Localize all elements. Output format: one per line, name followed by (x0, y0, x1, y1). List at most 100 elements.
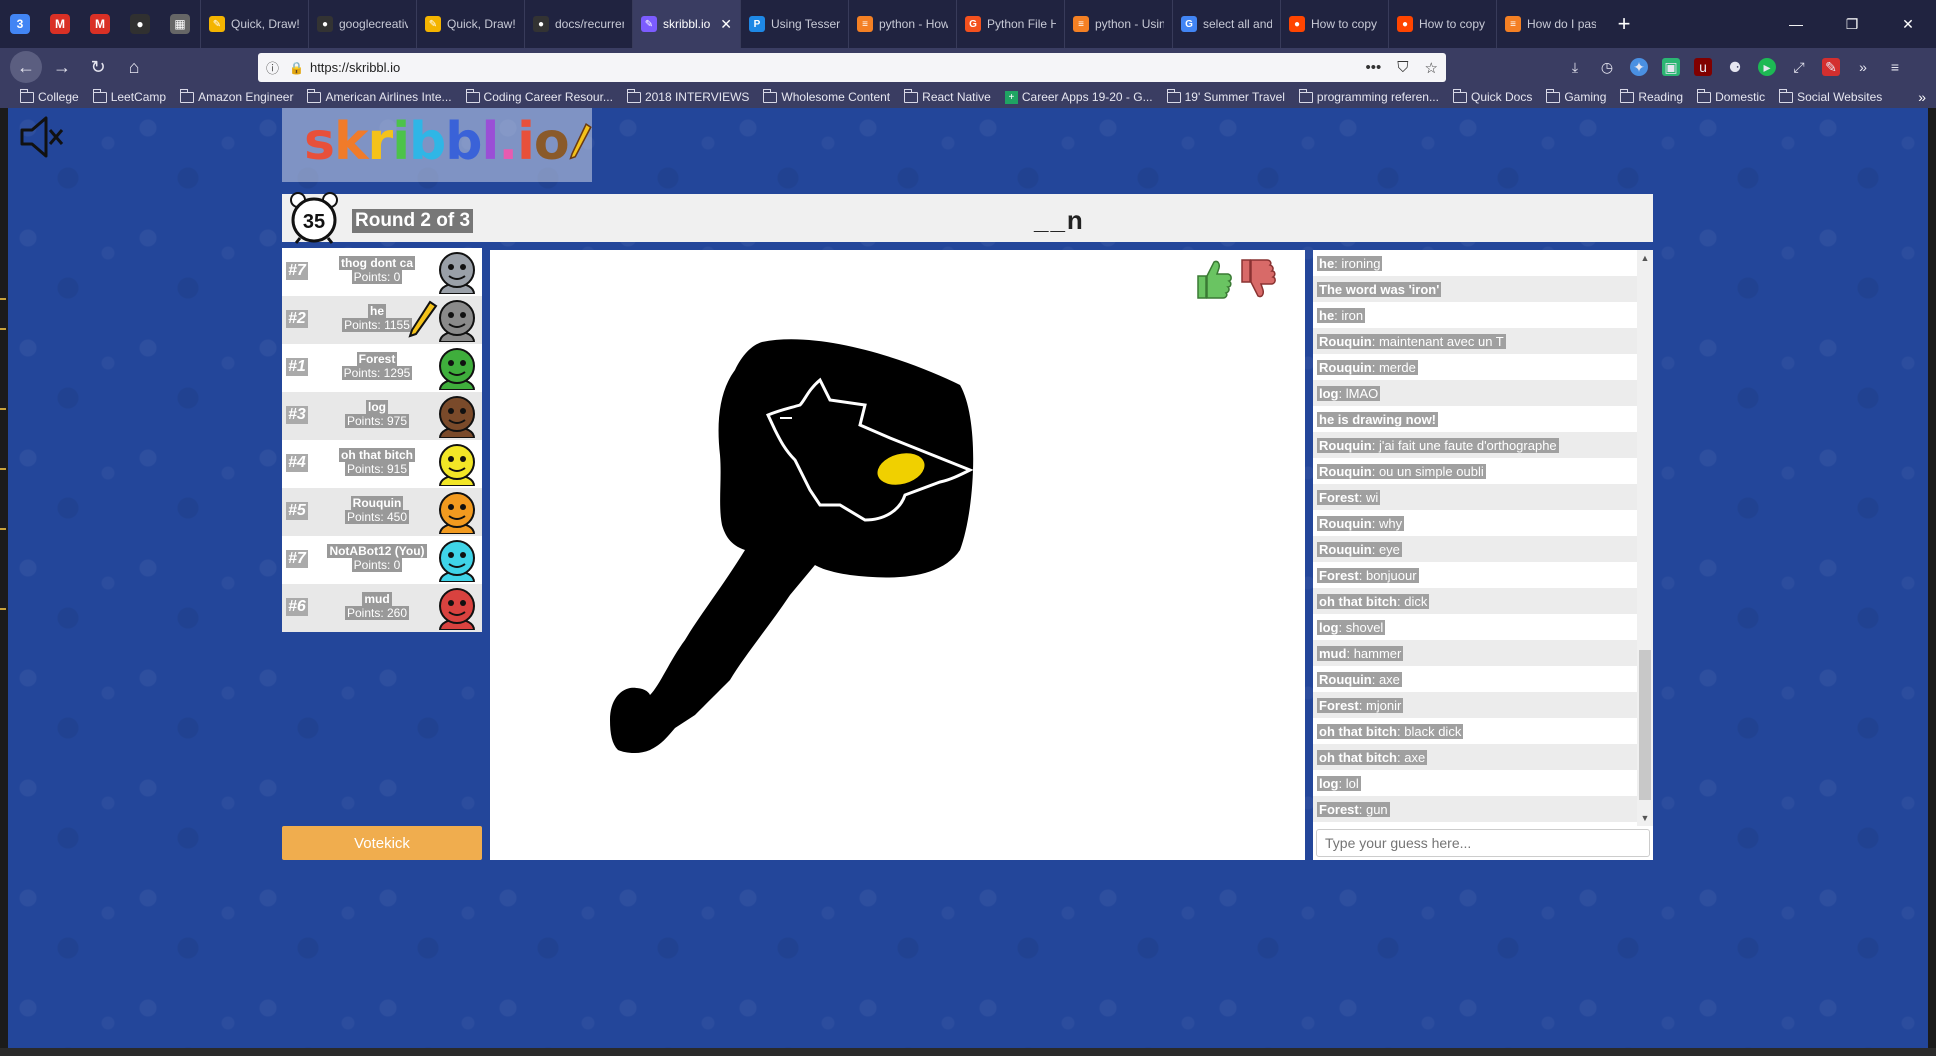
pinned-tab[interactable]: 3 (0, 0, 40, 48)
new-tab-button[interactable]: + (1604, 0, 1644, 48)
chat-author: log (1319, 385, 1339, 401)
logo-letter: b (409, 112, 446, 172)
chat-message-body: log: lol (1317, 775, 1361, 791)
taskbar-edge (0, 1048, 1936, 1056)
bookmark-item[interactable]: College (20, 88, 79, 104)
overflow-icon[interactable]: » (1854, 58, 1872, 76)
browser-tab[interactable]: ≡ How do I paste (1496, 0, 1604, 48)
player-row[interactable]: #2 he Points: 1155 (282, 296, 482, 344)
bookmark-item[interactable]: Reading (1620, 88, 1683, 104)
browser-tab[interactable]: ✎ Quick, Draw! (416, 0, 524, 48)
reload-button[interactable]: ↻ (82, 51, 114, 83)
restore-button[interactable]: ❐ (1824, 0, 1880, 48)
browser-tab[interactable]: ● docs/recurrent (524, 0, 632, 48)
chat-colon: : (1358, 567, 1366, 583)
menu-icon[interactable]: ≡ (1886, 58, 1904, 76)
chat-text: axe (1378, 671, 1400, 687)
stackoverflow-icon: ≡ (857, 16, 873, 32)
lock-icon[interactable]: 🔒 (289, 61, 304, 75)
browser-tab[interactable]: ● How to copy (1388, 0, 1496, 48)
bookmark-item[interactable]: Social Websites (1779, 88, 1882, 104)
browser-tab[interactable]: ✎ skribbl.io ✕ (632, 0, 740, 48)
bookmark-item[interactable]: Wholesome Content (763, 88, 890, 104)
pinned-tab[interactable]: ▦ (160, 0, 200, 48)
chat-text: shovel (1345, 619, 1384, 635)
github-icon: ● (317, 16, 333, 32)
browser-tab[interactable]: ✎ Quick, Draw! (200, 0, 308, 48)
bookmark-item[interactable]: 2018 INTERVIEWS (626, 88, 749, 104)
history-icon[interactable]: ◷ (1598, 58, 1616, 76)
bookmarks-overflow-icon[interactable]: » (1918, 89, 1926, 105)
avatar (438, 348, 476, 390)
player-row[interactable]: #5 Rouquin Points: 450 (282, 488, 482, 536)
bookmark-item[interactable]: Amazon Engineer (180, 88, 293, 104)
bookmark-item[interactable]: Coding Career Resour... (465, 88, 613, 104)
expand-icon[interactable]: ⤢ (1790, 58, 1808, 76)
toolbar-extensions: ⤓ ◷ ✦ ▣ u ⚈ ▸ ⤢ ✎ » ≡ (1566, 48, 1904, 86)
extension-icon[interactable]: ✎ (1822, 58, 1840, 76)
thumbs-up-icon[interactable] (1194, 258, 1234, 300)
pinned-tab[interactable]: ● (120, 0, 160, 48)
bookmark-item[interactable]: + Career Apps 19-20 - G... (1004, 90, 1153, 104)
chat-message: oh that bitch: dick (1313, 588, 1653, 614)
scroll-up-icon[interactable]: ▲ (1637, 250, 1653, 266)
chat-author: oh that bitch (1319, 593, 1397, 609)
player-name-text: thog dont ca (339, 256, 415, 270)
pinned-tab[interactable]: M (80, 0, 120, 48)
forward-button[interactable]: → (46, 51, 78, 83)
home-button[interactable]: ⌂ (118, 51, 150, 83)
mute-icon[interactable] (16, 114, 66, 160)
bookmark-item[interactable]: LeetCamp (92, 88, 166, 104)
chat-text: lMAO (1345, 385, 1379, 401)
chat-box[interactable]: he: ironing The word was 'iron' he: iron Ro… (1313, 250, 1653, 826)
player-row[interactable]: #4 oh that bitch Points: 915 (282, 440, 482, 488)
chat-scrollbar[interactable]: ▲ ▼ (1637, 250, 1653, 826)
bookmark-item[interactable]: American Airlines Inte... (307, 88, 452, 104)
browser-tab[interactable]: Gselect all and (1172, 0, 1280, 48)
player-row[interactable]: #6 mud Points: 260 (282, 584, 482, 632)
thumbs-down-icon[interactable] (1238, 258, 1278, 300)
pocket-icon[interactable]: ⛉ (1397, 59, 1408, 77)
player-row[interactable]: #7 NotABot12 (You) Points: 0 (282, 536, 482, 584)
bookmark-item[interactable]: 19' Summer Travel (1166, 88, 1285, 104)
info-icon[interactable]: ⓘ (266, 58, 279, 77)
player-row[interactable]: #3 log Points: 975 (282, 392, 482, 440)
scrollbar-thumb[interactable] (1639, 650, 1651, 800)
rating-buttons (1194, 258, 1278, 300)
bookmark-item[interactable]: React Native (904, 88, 991, 104)
page-actions-icon[interactable]: ••• (1366, 59, 1382, 77)
close-window-button[interactable]: ✕ (1880, 0, 1936, 48)
close-tab-icon[interactable]: ✕ (720, 16, 732, 33)
guess-input[interactable] (1316, 829, 1650, 857)
drawing-canvas[interactable] (490, 250, 1305, 860)
bookmark-item[interactable]: programming referen... (1298, 88, 1439, 104)
gmail-icon: M (90, 14, 110, 34)
extension-icon[interactable]: ▣ (1662, 58, 1680, 76)
browser-tab[interactable]: P Using Tesseract (740, 0, 848, 48)
browser-tab[interactable]: ● How to copy (1280, 0, 1388, 48)
extension-icon[interactable]: ✦ (1630, 58, 1648, 76)
player-row[interactable]: #7 thog dont ca Points: 0 (282, 248, 482, 296)
bookmark-label: Gaming (1564, 90, 1607, 104)
ublock-icon[interactable]: u (1694, 58, 1712, 76)
bookmark-star-icon[interactable]: ☆ (1425, 59, 1438, 77)
player-rank: #1 (286, 358, 308, 376)
pinned-tab[interactable]: M (40, 0, 80, 48)
browser-tab[interactable]: ● googlecreative (308, 0, 416, 48)
url-text[interactable]: https://skribbl.io (310, 60, 400, 75)
bookmark-item[interactable]: Domestic (1697, 88, 1765, 104)
browser-tab[interactable]: G Python File Ha (956, 0, 1064, 48)
extension-icon[interactable]: ▸ (1758, 58, 1776, 76)
address-bar[interactable]: ⓘ 🔒 https://skribbl.io ••• ⛉ ☆ (258, 53, 1446, 82)
download-icon[interactable]: ⤓ (1566, 58, 1584, 76)
browser-tab[interactable]: ≡ python - Using (1064, 0, 1172, 48)
scroll-down-icon[interactable]: ▼ (1637, 810, 1653, 826)
browser-tab[interactable]: ≡ python - How (848, 0, 956, 48)
back-button[interactable]: ← (10, 51, 42, 83)
player-row[interactable]: #1 Forest Points: 1295 (282, 344, 482, 392)
votekick-button[interactable]: Votekick (282, 826, 482, 860)
bookmark-item[interactable]: Quick Docs (1452, 88, 1532, 104)
minimize-button[interactable]: — (1768, 0, 1824, 48)
extension-icon[interactable]: ⚈ (1726, 58, 1744, 76)
bookmark-item[interactable]: Gaming (1546, 88, 1607, 104)
